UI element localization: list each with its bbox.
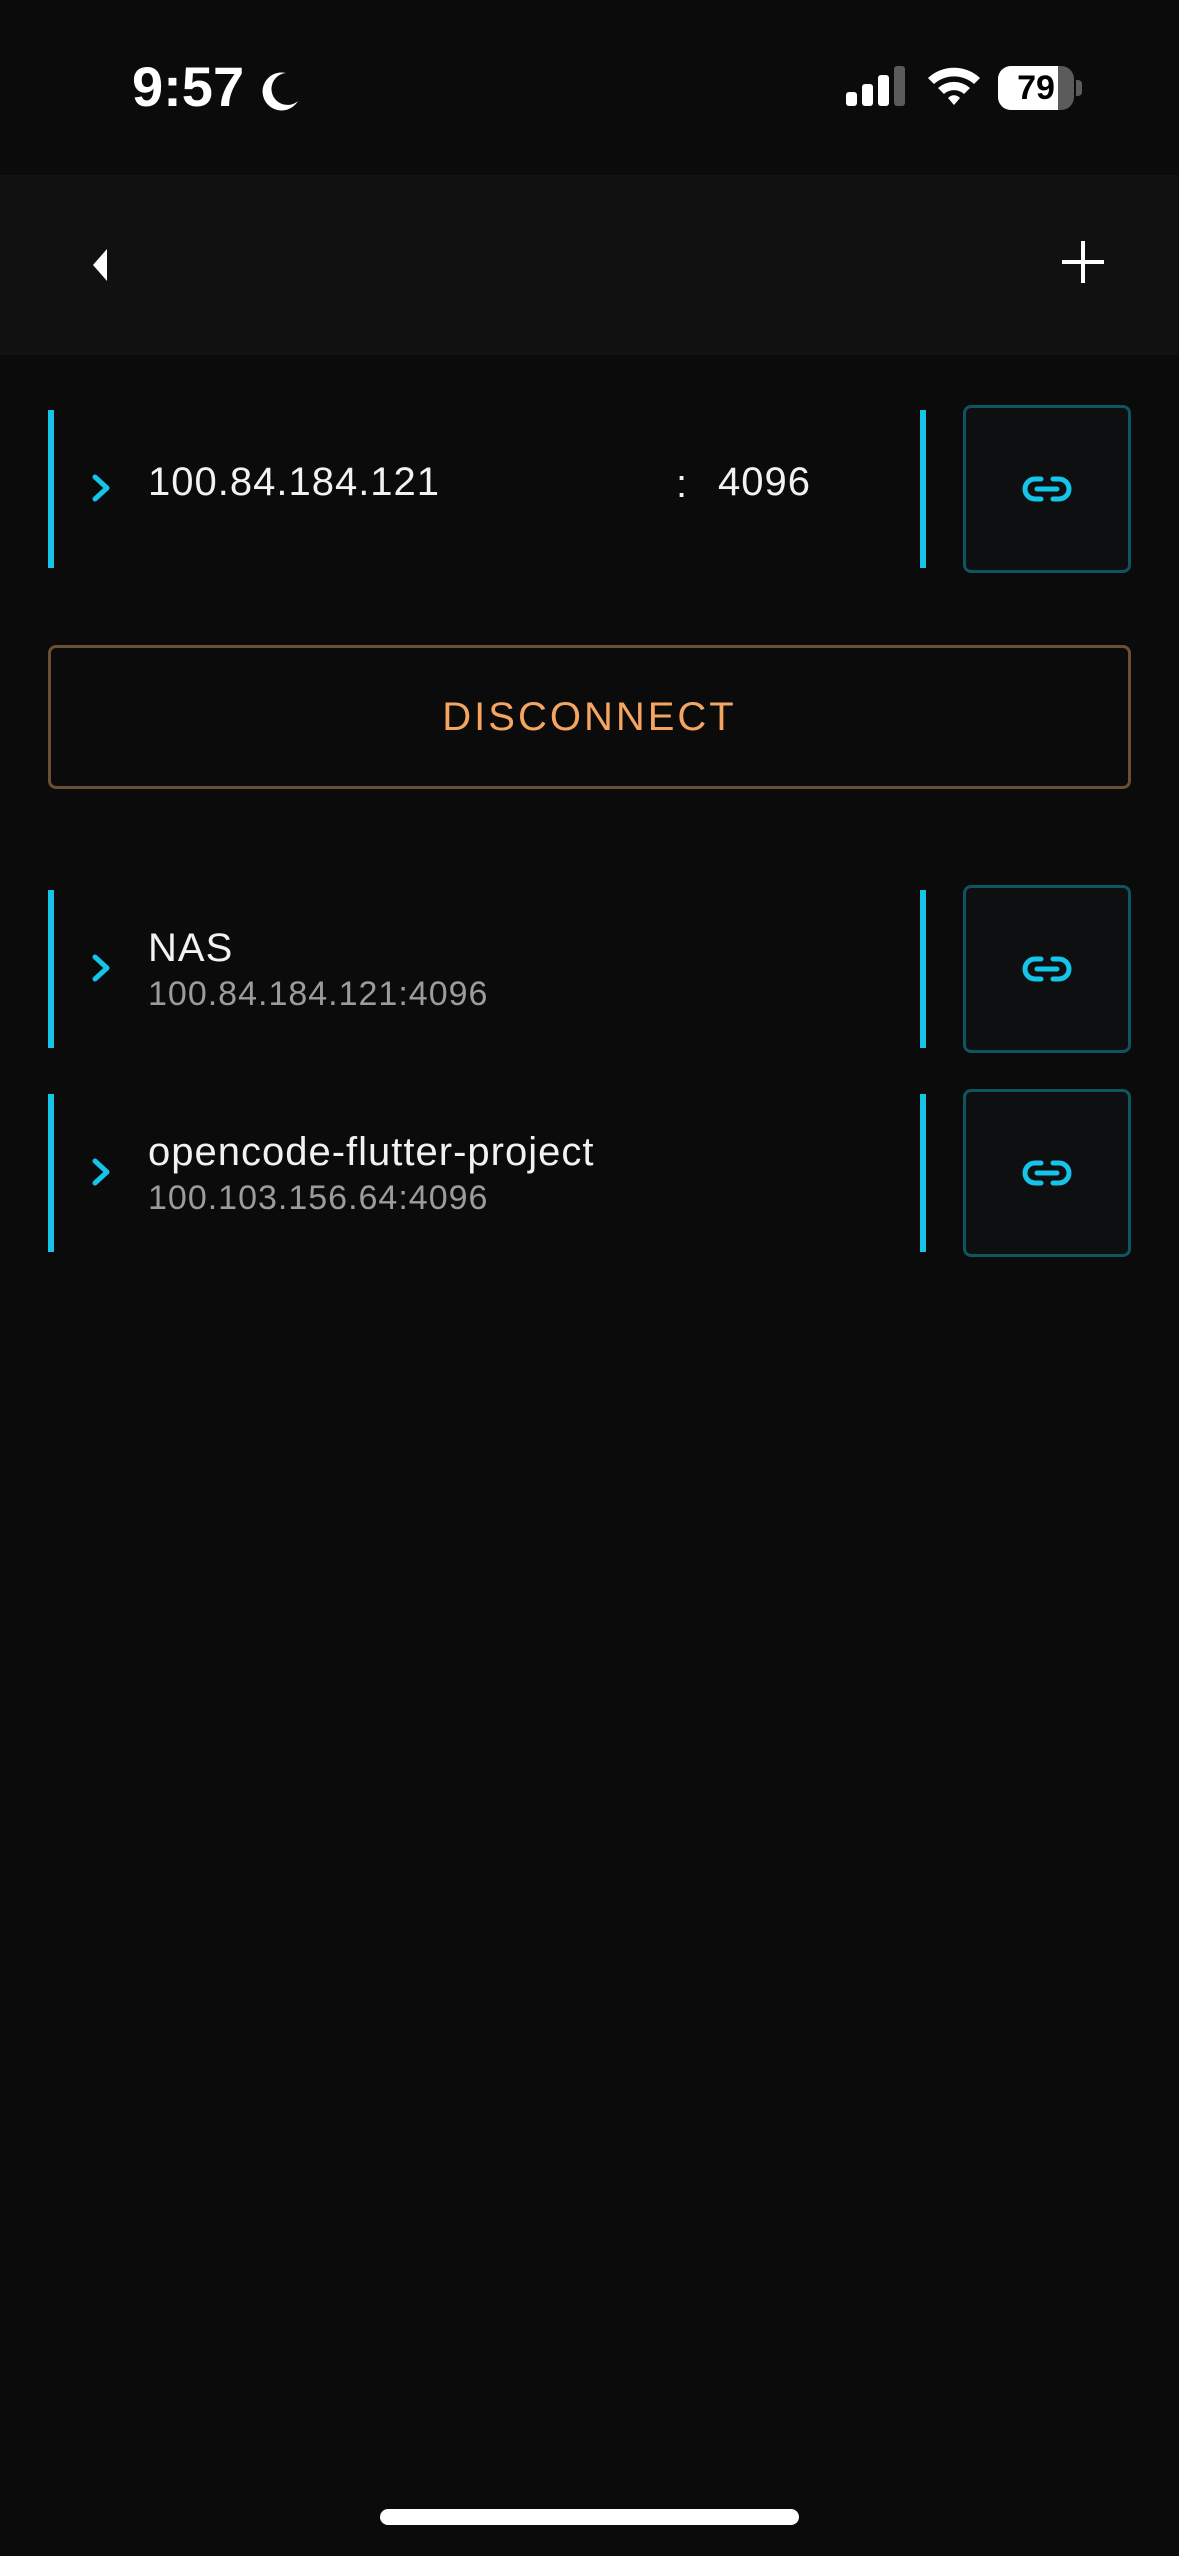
server-address: 100.84.184.121:4096 (148, 975, 489, 1013)
server-accent-bar-right (920, 890, 926, 1048)
host-port-separator: : (676, 462, 688, 506)
screen: 9:57 79 100.84.184.121: 4096 DISCONNECT… (0, 0, 1179, 2556)
status-bar: 9:57 79 (0, 0, 1179, 175)
status-time-container: 9:57 (132, 54, 304, 119)
connect-server-button[interactable] (963, 885, 1131, 1053)
back-arrow-icon (93, 249, 107, 281)
server-accent-bar-right (920, 1094, 926, 1252)
connection-accent-bar-right (920, 410, 926, 568)
server-name[interactable]: NAS (148, 926, 233, 971)
chevron-right-icon[interactable] (86, 948, 116, 988)
connect-button[interactable] (963, 405, 1131, 573)
status-time: 9:57 (132, 55, 245, 118)
home-indicator[interactable] (380, 2509, 799, 2525)
link-icon (1022, 956, 1072, 982)
chevron-right-icon[interactable] (86, 468, 116, 508)
wifi-icon (924, 64, 984, 108)
battery-icon: 79 (998, 66, 1082, 110)
server-name[interactable]: opencode-flutter-project (148, 1130, 594, 1175)
battery-level: 79 (1017, 69, 1055, 107)
server-accent-bar (48, 1094, 54, 1252)
server-accent-bar (48, 890, 54, 1048)
add-server-button[interactable] (1052, 231, 1114, 293)
plus-icon (1062, 241, 1104, 283)
battery-cap (1076, 80, 1082, 96)
app-bar (0, 175, 1179, 355)
moon-icon (256, 63, 304, 111)
host-input[interactable]: 100.84.184.121 (148, 460, 440, 505)
cellular-signal-icon (846, 64, 908, 108)
battery-body: 79 (998, 66, 1074, 110)
chevron-right-icon[interactable] (86, 1152, 116, 1192)
back-button[interactable] (70, 235, 130, 295)
link-icon (1022, 1160, 1072, 1186)
link-icon (1022, 476, 1072, 502)
connection-accent-bar (48, 410, 54, 568)
port-input[interactable]: 4096 (718, 460, 811, 505)
connect-server-button[interactable] (963, 1089, 1131, 1257)
server-address: 100.103.156.64:4096 (148, 1179, 489, 1217)
disconnect-button[interactable]: DISCONNECT (48, 645, 1131, 789)
